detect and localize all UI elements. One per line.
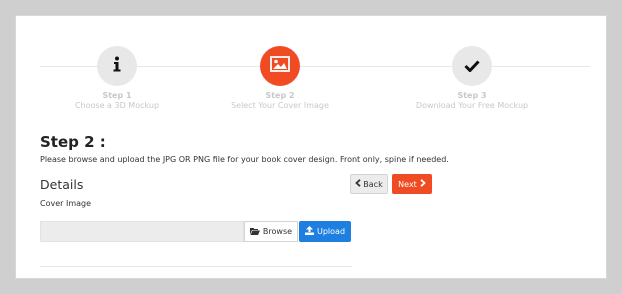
info-icon [112,56,122,76]
folder-open-icon [249,227,260,237]
chevron-right-icon [420,179,426,189]
step-3-circle [452,46,492,86]
cover-image-label: Cover Image [40,199,92,208]
browse-label: Browse [262,227,293,236]
browse-button[interactable]: Browse [244,221,298,242]
step-2-number: Step 2 [265,91,295,100]
image-icon [270,56,290,76]
next-label: Next [398,179,417,189]
back-label: Back [363,179,383,189]
step-3-number: Step 3 [457,91,487,100]
step-3[interactable]: Step 3 Download Your Free Mockup [392,46,552,111]
wizard-card: Step 1 Choose a 3D Mockup Step 2 Select … [15,15,607,279]
instructions-text: Please browse and upload the JPG OR PNG … [40,155,449,164]
check-icon [464,57,480,76]
section-divider [40,266,352,267]
upload-label: Upload [316,227,346,236]
step-2-circle [260,46,300,86]
chevron-left-icon [355,179,361,189]
step-1[interactable]: Step 1 Choose a 3D Mockup [37,46,197,111]
details-heading: Details [40,177,84,192]
step-1-description: Choose a 3D Mockup [74,101,160,110]
step-3-description: Download Your Free Mockup [415,101,529,110]
upload-icon [304,226,314,237]
file-path-input[interactable] [40,221,244,242]
step-2[interactable]: Step 2 Select Your Cover Image [200,46,360,111]
step-2-description: Select Your Cover Image [231,101,329,110]
next-button[interactable]: Next [392,174,432,194]
step-1-circle [97,46,137,86]
step-1-number: Step 1 [102,91,132,100]
page-title: Step 2 : [40,133,106,151]
upload-button[interactable]: Upload [299,221,351,242]
back-button[interactable]: Back [350,174,388,194]
